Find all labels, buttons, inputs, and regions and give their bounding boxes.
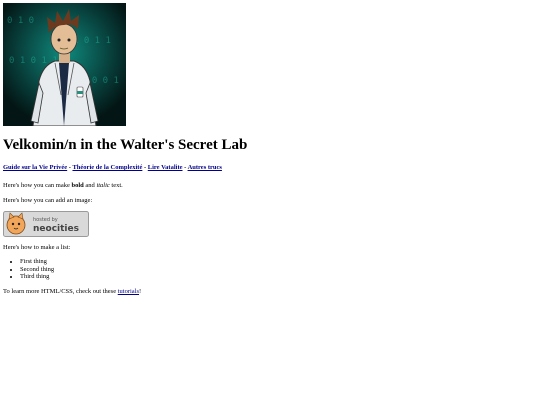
neocities-badge: hosted by neocities	[3, 211, 89, 237]
footer-suffix: !	[139, 287, 142, 295]
text-suffix: text.	[109, 182, 123, 189]
list-item: Second thing	[20, 266, 537, 274]
binary-text-2: 1 0 1 1	[73, 36, 111, 46]
image-intro-text: Here's how you can add an image:	[3, 197, 93, 204]
tutorials-link[interactable]: tutorials	[118, 288, 139, 295]
binary-text-1: 0 1 0	[7, 16, 34, 26]
text-middle: and	[83, 182, 97, 189]
bold-word: bold	[71, 182, 84, 189]
neocities-cat-icon	[6, 212, 26, 235]
nav-links: Guide sur la Vie Privée - Théorie de la …	[3, 163, 537, 173]
nav-link-vatalite[interactable]: Lire Vatalite	[148, 164, 183, 171]
page: 0 1 0 1 0 1 1 0 1 0 1 1 0 1 0 0 1 Velkom…	[0, 0, 540, 296]
list-item: Third thing	[20, 273, 537, 281]
page-title: Velkomin/n in the Walter's Secret Lab	[3, 137, 248, 153]
nav-link-other-stuff[interactable]: Autres trucs	[188, 164, 222, 171]
text-formatting-line: Here's how you can make bold and italic …	[3, 181, 537, 190]
badge-big-text: neocities	[33, 224, 79, 234]
italic-word: italic	[96, 182, 110, 189]
demo-list: First thing Second thing Third thing	[3, 258, 537, 281]
footer-text: To learn more HTML/CSS, check out these …	[3, 287, 537, 296]
nav-link-privacy-guide[interactable]: Guide sur la Vie Privée	[3, 164, 67, 171]
badge-small-text: hosted by	[33, 217, 58, 223]
footer-prefix: To learn more HTML/CSS, check out these	[3, 287, 118, 295]
hero-image: 0 1 0 1 0 1 1 0 1 0 1 1 0 1 0 0 1	[3, 3, 126, 126]
list-item: First thing	[20, 258, 537, 266]
nav-link-complexity-theory[interactable]: Théorie de la Complexité	[72, 164, 142, 171]
text-prefix: Here's how you can make	[3, 182, 72, 189]
list-intro-text: Here's how to make a list:	[3, 244, 71, 251]
